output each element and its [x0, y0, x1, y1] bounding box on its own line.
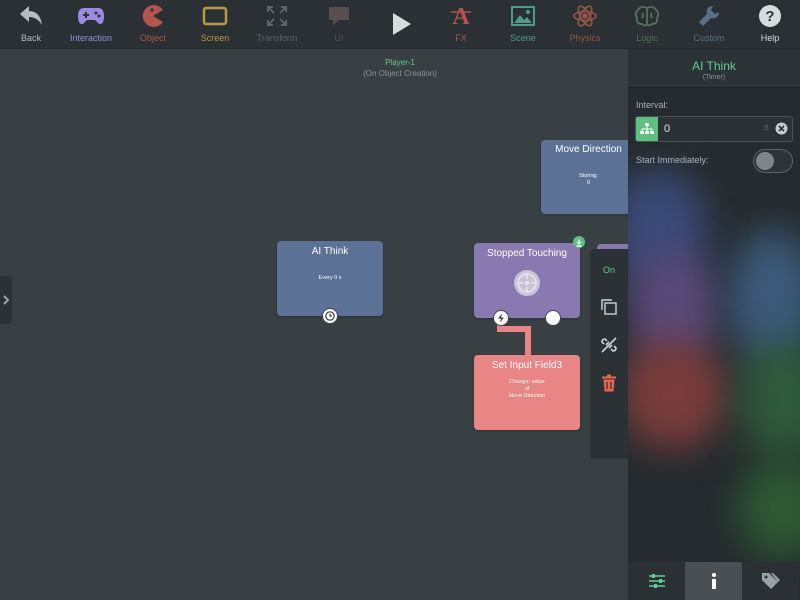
- transform-label: Transform: [256, 33, 298, 43]
- unlink-icon: [601, 337, 617, 353]
- interval-value: 0: [664, 123, 671, 135]
- physics-label: Physics: [569, 33, 601, 43]
- inspector-panel: AI Think (Timer) Interval: 0 S Start Imm…: [628, 49, 800, 600]
- node-detail: Every 0 s: [318, 275, 342, 281]
- delete-button[interactable]: [599, 373, 619, 393]
- ui-button[interactable]: UI: [308, 0, 370, 48]
- speech-bubble-icon: [327, 0, 351, 32]
- node-detail-line2: of: [524, 386, 530, 392]
- node-detail: Storing:: [579, 173, 598, 179]
- tab-settings[interactable]: [628, 562, 685, 600]
- expand-icon: [266, 0, 288, 32]
- logic-label: Logic: [636, 33, 658, 43]
- download-icon[interactable]: [573, 236, 585, 248]
- help-label: Help: [760, 33, 780, 43]
- bg-blur-decor: [628, 339, 728, 449]
- interaction-label: Interaction: [69, 33, 113, 43]
- node-detail-line3: Move Direction: [508, 393, 546, 399]
- pacman-icon: [141, 0, 165, 32]
- transform-button[interactable]: Transform: [246, 0, 308, 48]
- object-button[interactable]: Object: [122, 0, 184, 48]
- timer-output-port[interactable]: [322, 308, 338, 324]
- trash-icon: [602, 374, 616, 392]
- node-move-direction[interactable]: Move Direction Storing: 0: [541, 140, 636, 214]
- interval-unit: S: [764, 125, 769, 132]
- toggle-knob: [756, 152, 774, 170]
- logic-button[interactable]: Logic: [616, 0, 678, 48]
- atom-icon: [572, 0, 598, 32]
- panel-header: AI Think (Timer): [628, 49, 800, 88]
- lightning-icon: [498, 313, 504, 323]
- start-immediately-toggle[interactable]: [753, 149, 793, 173]
- screen-button[interactable]: Screen: [184, 0, 246, 48]
- trigger-output-port[interactable]: [493, 310, 509, 326]
- top-toolbar: Back Interaction Object Screen Transform…: [0, 0, 800, 49]
- clear-icon[interactable]: [775, 122, 788, 140]
- custom-button[interactable]: Custom: [678, 0, 740, 48]
- node-title: Set Input Field3: [491, 360, 563, 371]
- help-icon: ?: [758, 0, 782, 32]
- image-icon: [511, 0, 535, 32]
- node-context-menu: On: [590, 249, 628, 459]
- node-title: Stopped Touching: [487, 248, 567, 259]
- back-button[interactable]: Back: [0, 0, 62, 48]
- unlink-button[interactable]: [599, 335, 619, 355]
- panel-tabs: [628, 562, 800, 600]
- node-detail-value: 0: [586, 180, 591, 186]
- brain-icon: [634, 0, 660, 32]
- toggle-on-button[interactable]: On: [590, 265, 628, 275]
- wrench-icon: [698, 0, 720, 32]
- node-set-input-field[interactable]: Set Input Field3 Change: value of Move D…: [474, 355, 580, 430]
- play-icon: [390, 0, 412, 48]
- scene-label: Scene: [510, 33, 536, 43]
- copy-icon: [601, 299, 617, 315]
- gamepad-icon: [77, 0, 105, 32]
- duplicate-button[interactable]: [599, 297, 619, 317]
- connector-line: [497, 319, 531, 357]
- node-ai-think[interactable]: AI Think Every 0 s: [277, 241, 383, 316]
- secondary-output-port[interactable]: [545, 310, 561, 326]
- start-immediately-label: Start Immediately:: [636, 155, 709, 165]
- clock-icon: [325, 311, 335, 321]
- tags-icon: [761, 573, 780, 589]
- node-title: AI Think: [311, 246, 349, 257]
- panel-title: AI Think: [692, 59, 736, 73]
- info-icon: [711, 573, 716, 589]
- fx-label: FX: [455, 33, 467, 43]
- hierarchy-icon[interactable]: [636, 117, 658, 141]
- ui-label: UI: [334, 33, 344, 43]
- interval-input[interactable]: 0 S: [635, 116, 793, 142]
- node-title: Move Direction: [555, 144, 622, 155]
- svg-text:A: A: [452, 4, 470, 28]
- back-arrow-icon: [18, 0, 44, 32]
- fx-icon: A: [449, 0, 473, 32]
- physics-button[interactable]: Physics: [554, 0, 616, 48]
- bg-blur-decor: [738, 459, 800, 559]
- node-detail-line1: Change: value: [509, 379, 545, 385]
- tab-tags[interactable]: [742, 562, 799, 600]
- interval-label: Interval:: [636, 100, 669, 110]
- sliders-icon: [648, 574, 665, 588]
- play-button[interactable]: [370, 0, 432, 48]
- object-label: Object: [139, 33, 166, 43]
- svg-text:?: ?: [765, 8, 774, 25]
- collision-icon: [514, 270, 540, 296]
- scene-button[interactable]: Scene: [492, 0, 554, 48]
- back-label: Back: [20, 33, 41, 43]
- interaction-button[interactable]: Interaction: [60, 0, 122, 48]
- screen-label: Screen: [200, 33, 230, 43]
- tab-info[interactable]: [685, 562, 742, 600]
- custom-label: Custom: [693, 33, 725, 43]
- node-stopped-touching[interactable]: Stopped Touching: [474, 243, 580, 318]
- behavior-canvas[interactable]: Player-1 (On Object Creation) Move Direc…: [0, 49, 637, 600]
- screen-icon: [202, 0, 228, 32]
- help-button[interactable]: ? Help: [739, 0, 800, 48]
- fx-button[interactable]: A FX: [430, 0, 492, 48]
- panel-subtitle: (Timer): [702, 74, 726, 81]
